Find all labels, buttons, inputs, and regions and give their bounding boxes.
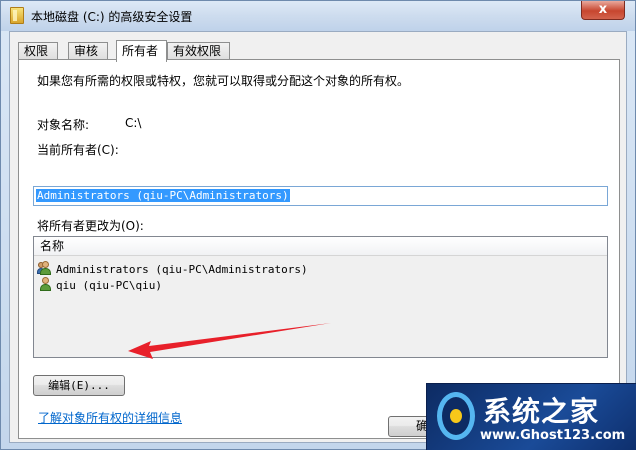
user-icon <box>38 277 54 291</box>
logo-icon <box>437 392 475 440</box>
owner-tab-panel: 如果您有所需的权限或特权，您就可以取得或分配这个对象的所有权。 对象名称: C:… <box>18 59 620 439</box>
window-title: 本地磁盘 (C:) 的高级安全设置 <box>31 10 193 24</box>
security-settings-window: 本地磁盘 (C:) 的高级安全设置 x 权限 审核 所有者 有效权限 如果您有所… <box>0 0 636 450</box>
current-owner-field[interactable]: Administrators (qiu-PC\Administrators) <box>33 186 608 206</box>
list-item-label: qiu (qiu-PC\qiu) <box>56 279 162 292</box>
group-users-icon <box>37 261 54 275</box>
change-owner-label: 将所有者更改为(O): <box>37 219 144 233</box>
owner-candidates-list[interactable]: 名称 Administrators (qiu-PC\Administrators… <box>33 236 608 358</box>
edit-button[interactable]: 编辑(E)... <box>33 375 125 396</box>
list-item[interactable]: qiu (qiu-PC\qiu) <box>38 277 162 293</box>
watermark-banner: 系统之家 www.Ghost123.com <box>426 383 636 450</box>
intro-text: 如果您有所需的权限或特权，您就可以取得或分配这个对象的所有权。 <box>37 74 410 88</box>
dialog-client-area: 权限 审核 所有者 有效权限 如果您有所需的权限或特权，您就可以取得或分配这个对… <box>9 31 627 443</box>
list-item[interactable]: Administrators (qiu-PC\Administrators) <box>37 261 308 277</box>
close-button[interactable]: x <box>581 1 625 20</box>
ownership-details-link[interactable]: 了解对象所有权的详细信息 <box>38 409 182 426</box>
tab-owner[interactable]: 所有者 <box>116 40 167 62</box>
list-item-label: Administrators (qiu-PC\Administrators) <box>56 263 308 276</box>
object-name-label: 对象名称: <box>37 118 90 132</box>
watermark-url: www.Ghost123.com <box>480 428 626 443</box>
current-owner-label: 当前所有者(C): <box>37 143 119 157</box>
column-header-name[interactable]: 名称 <box>34 237 607 256</box>
object-name-value: C:\ <box>125 116 142 130</box>
current-owner-value: Administrators (qiu-PC\Administrators) <box>36 189 290 202</box>
watermark-title: 系统之家 <box>483 395 600 428</box>
folder-drive-icon <box>10 7 24 24</box>
title-bar[interactable]: 本地磁盘 (C:) 的高级安全设置 x <box>1 1 635 31</box>
